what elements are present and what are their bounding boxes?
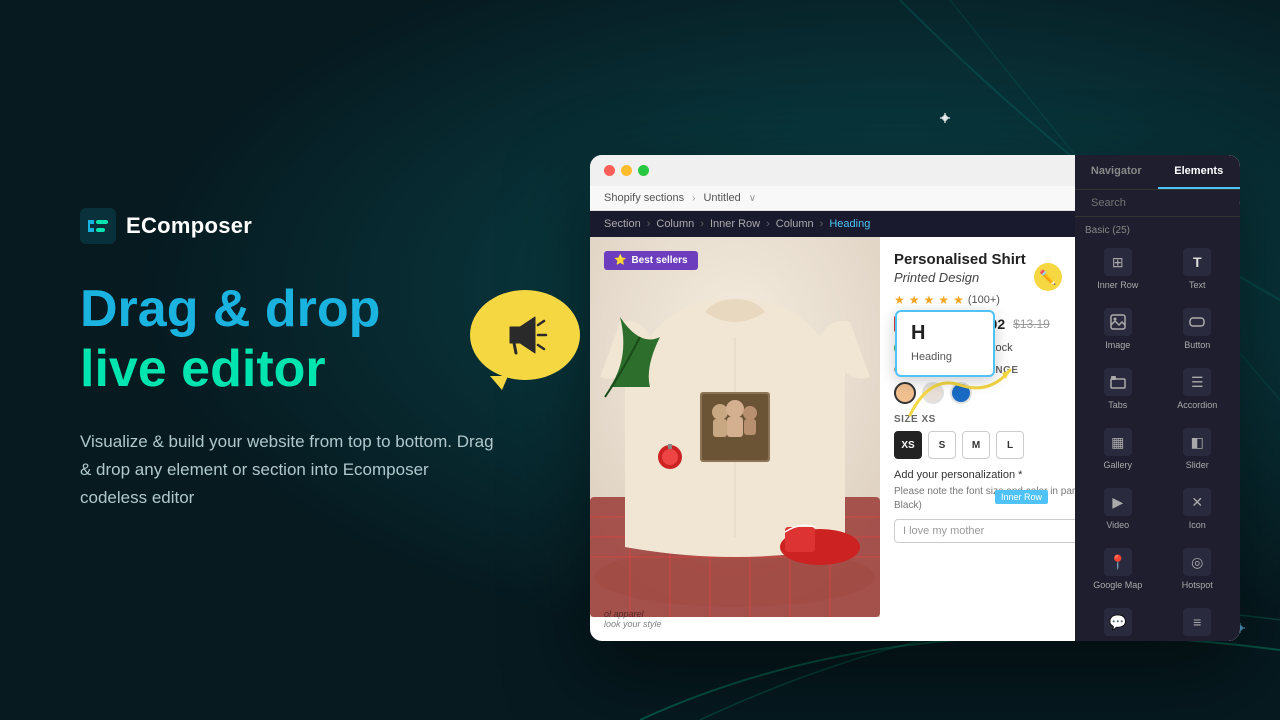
breadcrumb-inner-row: Inner Row	[710, 218, 760, 230]
testimonials-icon: 💬	[1104, 608, 1132, 636]
headline-line1: Drag & drop	[80, 280, 500, 340]
star3: ★	[924, 293, 935, 307]
elements-panel: Navigator Elements CTRL+X Basic (25)	[1075, 237, 1240, 641]
inner-row-tooltip: Inner Row	[995, 490, 1048, 504]
element-inner-row[interactable]: ⊞ Inner Row	[1079, 240, 1157, 298]
hotspot-icon: ◎	[1183, 548, 1211, 576]
breadcrumb-column2: Column	[776, 218, 814, 230]
tabs-icon	[1104, 368, 1132, 396]
elements-grid: ⊞ Inner Row T Text Image	[1075, 240, 1240, 641]
megaphone-icon	[500, 313, 550, 357]
element-video[interactable]: ▶ Video	[1079, 480, 1157, 538]
icon-icon: ✕	[1183, 488, 1211, 516]
browser-dot-red[interactable]	[604, 165, 615, 176]
element-icon[interactable]: ✕ Icon	[1159, 480, 1237, 538]
element-image[interactable]: Image	[1079, 300, 1157, 358]
product-image: ⭐ Best sellers ol apparel look your styl…	[590, 237, 880, 641]
heading-popup-letter: H	[911, 322, 979, 345]
element-text[interactable]: T Text	[1159, 240, 1237, 298]
browser-dot-yellow[interactable]	[621, 165, 632, 176]
star1: ★	[894, 293, 905, 307]
button-icon	[1183, 308, 1211, 336]
element-tabs[interactable]: Tabs	[1079, 360, 1157, 418]
best-sellers-badge: ⭐ Best sellers	[604, 251, 698, 270]
size-l[interactable]: L	[996, 431, 1024, 459]
review-count: (100+)	[968, 294, 1000, 306]
price-original: $13.19	[1013, 317, 1050, 331]
product-shirt-svg	[590, 237, 880, 617]
star5: ★	[953, 293, 964, 307]
megaphone-bubble	[470, 290, 580, 380]
product-area: ⭐ Best sellers ol apparel look your styl…	[590, 237, 1240, 641]
size-s[interactable]: S	[928, 431, 956, 459]
video-icon: ▶	[1104, 488, 1132, 516]
swatch-blue[interactable]	[950, 382, 972, 404]
star2: ★	[909, 293, 920, 307]
gallery-icon: ▦	[1104, 428, 1132, 456]
accordion-icon: ☰	[1183, 368, 1211, 396]
apparel-watermark: ol apparel look your style	[604, 609, 662, 629]
slider-icon: ◧	[1183, 428, 1211, 456]
description-text: Visualize & build your website from top …	[80, 428, 500, 512]
element-testimonials[interactable]: 💬 Testimonials	[1079, 600, 1157, 641]
browser-window: Shopify sections › Untitled ∨ Section › …	[590, 155, 1240, 641]
size-xs[interactable]: XS	[894, 431, 922, 459]
swatch-orange[interactable]	[894, 382, 916, 404]
heading-popup: H Heading	[895, 310, 995, 377]
google-map-icon: 📍	[1104, 548, 1132, 576]
browser-dot-green[interactable]	[638, 165, 649, 176]
image-icon	[1104, 308, 1132, 336]
toolbar-untitled: Untitled	[703, 192, 740, 204]
toolbar-shopify: Shopify sections	[604, 192, 684, 204]
breadcrumb-section: Section	[604, 218, 641, 230]
inner-row-icon: ⊞	[1104, 248, 1132, 276]
element-button[interactable]: Button	[1159, 300, 1237, 358]
element-slider[interactable]: ◧ Slider	[1159, 420, 1237, 478]
headline-line2: live editor	[80, 340, 500, 400]
breadcrumb-heading: Heading	[829, 218, 870, 230]
size-m[interactable]: M	[962, 431, 990, 459]
element-gallery[interactable]: ▦ Gallery	[1079, 420, 1157, 478]
browser-body: Section › Column › Inner Row › Column › …	[590, 211, 1240, 641]
element-hotspot[interactable]: ◎ Hotspot	[1159, 540, 1237, 598]
product-image-column: ⭐ Best sellers ol apparel look your styl…	[590, 237, 880, 641]
headline: Drag & drop live editor	[80, 280, 500, 400]
icon-list-icon: ≡	[1183, 608, 1211, 636]
swatch-beige[interactable]	[922, 382, 944, 404]
breadcrumb-column: Column	[656, 218, 694, 230]
star4: ★	[938, 293, 949, 307]
element-icon-list[interactable]: ≡ Icon List	[1159, 600, 1237, 641]
text-icon: T	[1183, 248, 1211, 276]
editor-wrapper: Section › Column › Inner Row › Column › …	[590, 211, 1240, 641]
element-google-map[interactable]: 📍 Google Map	[1079, 540, 1157, 598]
logo-icon	[80, 208, 116, 244]
heading-popup-label: Heading	[911, 351, 952, 363]
edit-pencil-icon[interactable]: ✏️	[1034, 263, 1062, 291]
logo: EComposer	[80, 208, 500, 244]
element-accordion[interactable]: ☰ Accordion	[1159, 360, 1237, 418]
logo-text: EComposer	[126, 213, 252, 239]
left-panel: EComposer Drag & drop live editor Visual…	[0, 148, 560, 572]
